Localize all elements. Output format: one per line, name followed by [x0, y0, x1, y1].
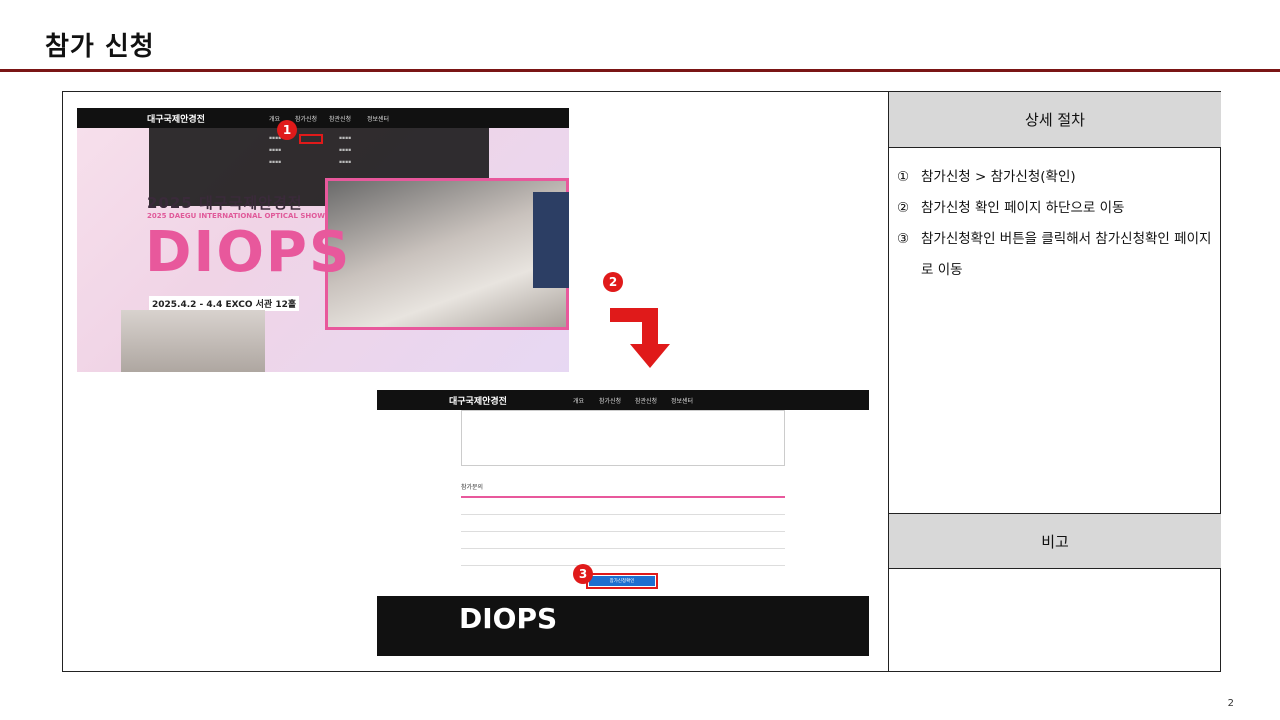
step-number: ③	[897, 231, 910, 247]
homepage-screenshot: 대구국제안경전 개요 참가신청 참관신청 정보센터 ▪▪▪▪ ▪▪▪▪ ▪▪▪▪…	[77, 108, 569, 372]
nav-item-overview: 개요	[573, 398, 585, 405]
site-logo: 대구국제안경전	[147, 115, 205, 125]
contact-table	[461, 496, 785, 566]
table-row	[461, 549, 785, 566]
nav-item-visit: 참관신청	[635, 398, 658, 405]
step-number: ①	[897, 169, 910, 185]
nav-item-apply: 참가신청	[295, 116, 318, 123]
page-number: 2	[1227, 698, 1234, 709]
step-number: ②	[897, 200, 910, 216]
step-badge-1: 1	[277, 120, 297, 140]
page-title: 참가 신청	[45, 32, 155, 62]
footer-brand: DIOPS	[459, 602, 558, 635]
curved-arrow-icon	[610, 308, 670, 368]
nav-item-info: 정보센터	[671, 398, 694, 405]
table-row	[461, 498, 785, 515]
note-header: 비고	[889, 513, 1221, 569]
hero-subtitle: 2025 DAEGU INTERNATIONAL OPTICAL SHOW	[147, 212, 325, 220]
nav-item-apply: 참가신청	[599, 398, 622, 405]
nav-item-info: 정보센터	[367, 116, 390, 123]
list-item: ① 참가신청 > 참가신청(확인)	[897, 162, 1213, 193]
site-nav-bar: 대구국제안경전 개요 참가신청 참관신청 정보센터	[377, 390, 869, 410]
step-text: 참가신청 확인 페이지 하단으로 이동	[921, 200, 1125, 216]
button-highlight	[586, 573, 658, 589]
site-nav-bar: 대구국제안경전 개요 참가신청 참관신청 정보센터	[77, 108, 569, 128]
hero-date: 2025.4.2 - 4.4 EXCO 서관 12홀	[149, 296, 300, 311]
list-item: ② 참가신청 확인 페이지 하단으로 이동	[897, 193, 1213, 224]
hero-brand: DIOPS	[145, 220, 352, 285]
section-title: 참가문의	[461, 484, 484, 491]
confirm-page-screenshot: 대구국제안경전 개요 참가신청 참관신청 정보센터 참가문의 참가신청확인 DI…	[377, 390, 869, 656]
info-table	[461, 410, 785, 466]
model-photo	[121, 310, 265, 372]
site-logo: 대구국제안경전	[449, 397, 507, 407]
step-badge-3: 3	[573, 564, 593, 584]
site-footer	[377, 596, 869, 656]
quick-menu	[533, 192, 569, 288]
procedure-header: 상세 절차	[889, 92, 1221, 148]
apply-confirm-highlight	[299, 134, 323, 144]
step-text: 참가신청 > 참가신청(확인)	[921, 169, 1076, 185]
hero-title: 2025 대구국제안경전	[147, 194, 303, 212]
nav-item-visit: 참관신청	[329, 116, 352, 123]
step-badge-2: 2	[603, 272, 623, 292]
nav-item-overview: 개요	[269, 116, 281, 123]
step-text: 참가신청확인 버튼을 클릭해서 참가신청확인 페이지로 이동	[921, 231, 1212, 278]
procedure-list: ① 참가신청 > 참가신청(확인) ② 참가신청 확인 페이지 하단으로 이동 …	[897, 162, 1213, 286]
table-row	[461, 532, 785, 549]
slide: 참가 신청 대구국제안경전 개요 참가신청 참관신청 정보센터 ▪▪▪▪ ▪▪▪…	[0, 0, 1280, 720]
table-row	[461, 515, 785, 532]
content-frame: 대구국제안경전 개요 참가신청 참관신청 정보센터 ▪▪▪▪ ▪▪▪▪ ▪▪▪▪…	[62, 91, 1221, 672]
list-item: ③ 참가신청확인 버튼을 클릭해서 참가신청확인 페이지로 이동	[897, 224, 1213, 286]
title-divider	[0, 69, 1280, 72]
side-panel: 상세 절차 ① 참가신청 > 참가신청(확인) ② 참가신청 확인 페이지 하단…	[889, 92, 1221, 671]
